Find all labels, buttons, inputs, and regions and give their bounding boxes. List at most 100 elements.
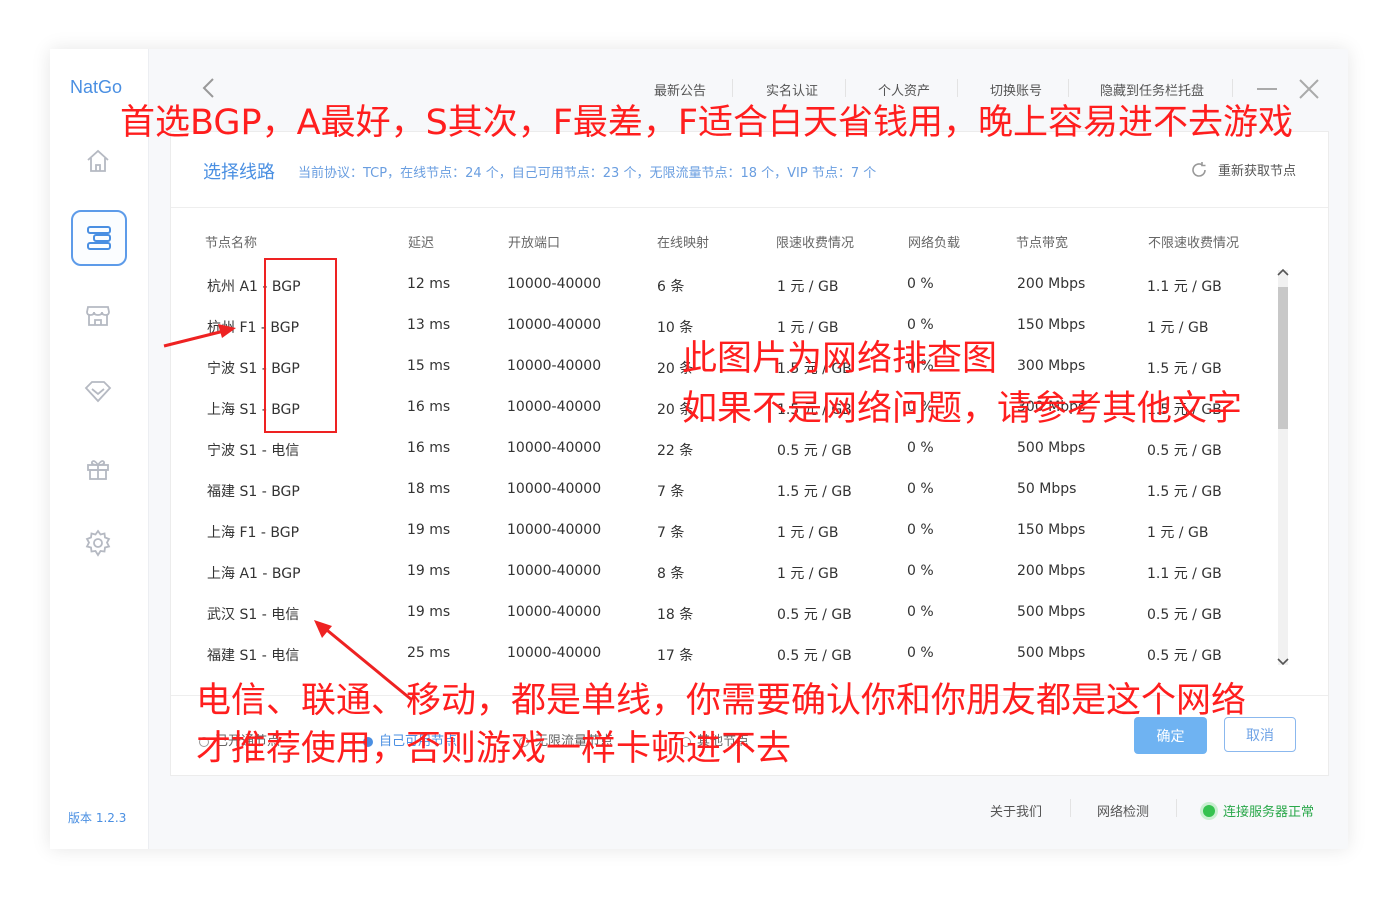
table-row[interactable]: 上海 S1 - BGP 16 ms 10000-40000 20 条 1.5 元 / G…	[171, 388, 1271, 429]
table-row[interactable]: 宁波 S1 - 电信 16 ms 10000-40000 22 条 0.5 元 / GB…	[171, 429, 1271, 470]
cell-network-load: 0 %	[907, 440, 934, 456]
cell-bandwidth: 200 Mbps	[1017, 276, 1086, 292]
top-link-assets[interactable]: 个人资产	[878, 80, 930, 99]
top-link-announcements[interactable]: 最新公告	[654, 80, 706, 99]
column-latency[interactable]: 延迟	[408, 232, 434, 251]
cell-ports: 10000-40000	[507, 645, 602, 661]
filter-unlimited-nodes[interactable]: 无限流量节点	[519, 730, 613, 749]
route-list-icon	[87, 226, 111, 250]
cell-unlimited-fee: 1.5 元 / GB	[1147, 484, 1222, 500]
radio-icon	[681, 736, 691, 747]
minimize-button[interactable]	[1256, 79, 1278, 103]
scrollbar-thumb[interactable]	[1278, 287, 1288, 429]
sidebar-item-routes[interactable]	[71, 210, 127, 266]
network-check-link[interactable]: 网络检测	[1097, 801, 1149, 820]
top-divider	[1232, 79, 1233, 97]
radio-icon	[519, 736, 529, 747]
chevron-up-icon	[1277, 268, 1289, 276]
filter-label: 无限流量节点	[535, 734, 614, 749]
close-icon	[1299, 79, 1319, 99]
column-node-name[interactable]: 节点名称	[205, 232, 257, 251]
column-unlimited-fee[interactable]: 不限速收费情况	[1148, 232, 1239, 251]
radio-icon	[199, 736, 209, 747]
column-bandwidth[interactable]: 节点带宽	[1016, 232, 1068, 251]
cell-online-mappings: 10 条	[657, 320, 694, 336]
table-row[interactable]: 福建 S1 - BGP 18 ms 10000-40000 7 条 1.5 元 / GB…	[171, 470, 1271, 511]
table-row[interactable]: 福建 S1 - 电信 25 ms 10000-40000 17 条 0.5 元 / GB…	[171, 634, 1271, 675]
table-header: 节点名称 延迟 开放端口 在线映射 限速收费情况 网络负载 节点带宽 不限速收费…	[171, 232, 1328, 254]
sidebar-item-home[interactable]	[72, 135, 124, 187]
table-row[interactable]: 上海 A1 - BGP 19 ms 10000-40000 8 条 1 元 / GB 0 …	[171, 552, 1271, 593]
scroll-up-button[interactable]	[1276, 266, 1290, 280]
cell-online-mappings: 7 条	[657, 484, 685, 500]
back-button[interactable]	[200, 77, 218, 103]
connection-status: 连接服务器正常	[1203, 801, 1314, 820]
cell-ports: 10000-40000	[507, 358, 602, 374]
cell-limited-fee: 0.5 元 / GB	[777, 648, 852, 664]
table-row[interactable]: 武汉 S1 - 电信 19 ms 10000-40000 18 条 0.5 元 / GB…	[171, 593, 1271, 634]
filter-available-nodes[interactable]: 自己可用节点	[363, 730, 457, 749]
about-us-link[interactable]: 关于我们	[990, 801, 1042, 820]
cell-online-mappings: 6 条	[657, 279, 685, 295]
chevron-left-icon	[202, 78, 214, 98]
app-logo: NatGo	[70, 77, 123, 97]
status-divider	[1070, 799, 1071, 817]
confirm-button[interactable]: 确定	[1134, 717, 1207, 754]
cell-online-mappings: 17 条	[657, 648, 694, 664]
cell-node-name: 武汉 S1 - 电信	[207, 607, 300, 623]
cell-node-name: 上海 S1 - BGP	[207, 402, 300, 418]
cell-network-load: 0 %	[907, 481, 934, 497]
cell-latency: 16 ms	[407, 440, 451, 456]
filter-label: 其他节点	[697, 734, 750, 749]
cell-ports: 10000-40000	[507, 481, 602, 497]
cell-unlimited-fee: 1 元 / GB	[1147, 525, 1209, 541]
cell-unlimited-fee: 1.1 元 / GB	[1147, 279, 1222, 295]
cell-ports: 10000-40000	[507, 399, 602, 415]
cell-node-name: 杭州 A1 - BGP	[207, 279, 301, 295]
version-label: 版本 1.2.3	[68, 811, 127, 825]
top-link-verification[interactable]: 实名认证	[766, 80, 818, 99]
sidebar-item-gift[interactable]	[72, 443, 124, 495]
cell-limited-fee: 1.5 元 / GB	[777, 361, 852, 377]
cell-node-name: 宁波 S1 - 电信	[207, 443, 300, 459]
cell-limited-fee: 1.5 元 / GB	[777, 402, 852, 418]
cell-latency: 16 ms	[407, 399, 451, 415]
close-button[interactable]	[1298, 79, 1320, 103]
cell-unlimited-fee: 1.5 元 / GB	[1147, 361, 1222, 377]
table-row[interactable]: 杭州 F1 - BGP 13 ms 10000-40000 10 条 1 元 / GB 0…	[171, 306, 1271, 347]
cell-limited-fee: 0.5 元 / GB	[777, 443, 852, 459]
filter-opened-nodes[interactable]: 已开通节点	[199, 730, 280, 749]
top-link-switch-account[interactable]: 切换账号	[990, 80, 1042, 99]
cell-node-name: 杭州 F1 - BGP	[207, 320, 300, 336]
top-bar: 最新公告 实名认证 个人资产 切换账号 隐藏到任务栏托盘	[148, 49, 1348, 129]
cell-online-mappings: 8 条	[657, 566, 685, 582]
table-row[interactable]: 宁波 S1 - BGP 15 ms 10000-40000 20 条 1.5 元 / G…	[171, 347, 1271, 388]
cell-latency: 15 ms	[407, 358, 451, 374]
refresh-nodes-button[interactable]: 重新获取节点	[1190, 160, 1296, 179]
connection-status-text: 连接服务器正常	[1223, 805, 1315, 820]
column-online-mappings[interactable]: 在线映射	[657, 232, 709, 251]
filter-label: 自己可用节点	[379, 734, 458, 749]
top-divider	[845, 79, 846, 97]
sidebar-item-settings[interactable]	[72, 517, 124, 569]
top-link-hide-to-tray[interactable]: 隐藏到任务栏托盘	[1100, 80, 1204, 99]
filter-other-nodes[interactable]: 其他节点	[681, 730, 749, 749]
top-divider	[732, 79, 733, 97]
cell-online-mappings: 7 条	[657, 525, 685, 541]
top-divider	[1068, 79, 1069, 97]
cell-limited-fee: 1.5 元 / GB	[777, 484, 852, 500]
scroll-down-button[interactable]	[1276, 656, 1290, 670]
filter-label: 已开通节点	[215, 734, 281, 749]
sidebar-item-store[interactable]	[72, 289, 124, 341]
cell-network-load: 0 %	[907, 522, 934, 538]
gift-icon	[87, 460, 109, 480]
column-network-load[interactable]: 网络负载	[908, 232, 960, 251]
cell-network-load: 0 %	[907, 399, 934, 415]
sidebar-item-vip[interactable]	[72, 365, 124, 417]
column-ports[interactable]: 开放端口	[508, 232, 560, 251]
cancel-button[interactable]: 取消	[1224, 717, 1296, 752]
table-row[interactable]: 上海 F1 - BGP 19 ms 10000-40000 7 条 1 元 / GB 0 …	[171, 511, 1271, 552]
table-row[interactable]: 杭州 A1 - BGP 12 ms 10000-40000 6 条 1 元 / GB 0 …	[171, 265, 1271, 306]
cell-bandwidth: 50 Mbps	[1017, 481, 1077, 497]
column-limited-fee[interactable]: 限速收费情况	[776, 232, 854, 251]
